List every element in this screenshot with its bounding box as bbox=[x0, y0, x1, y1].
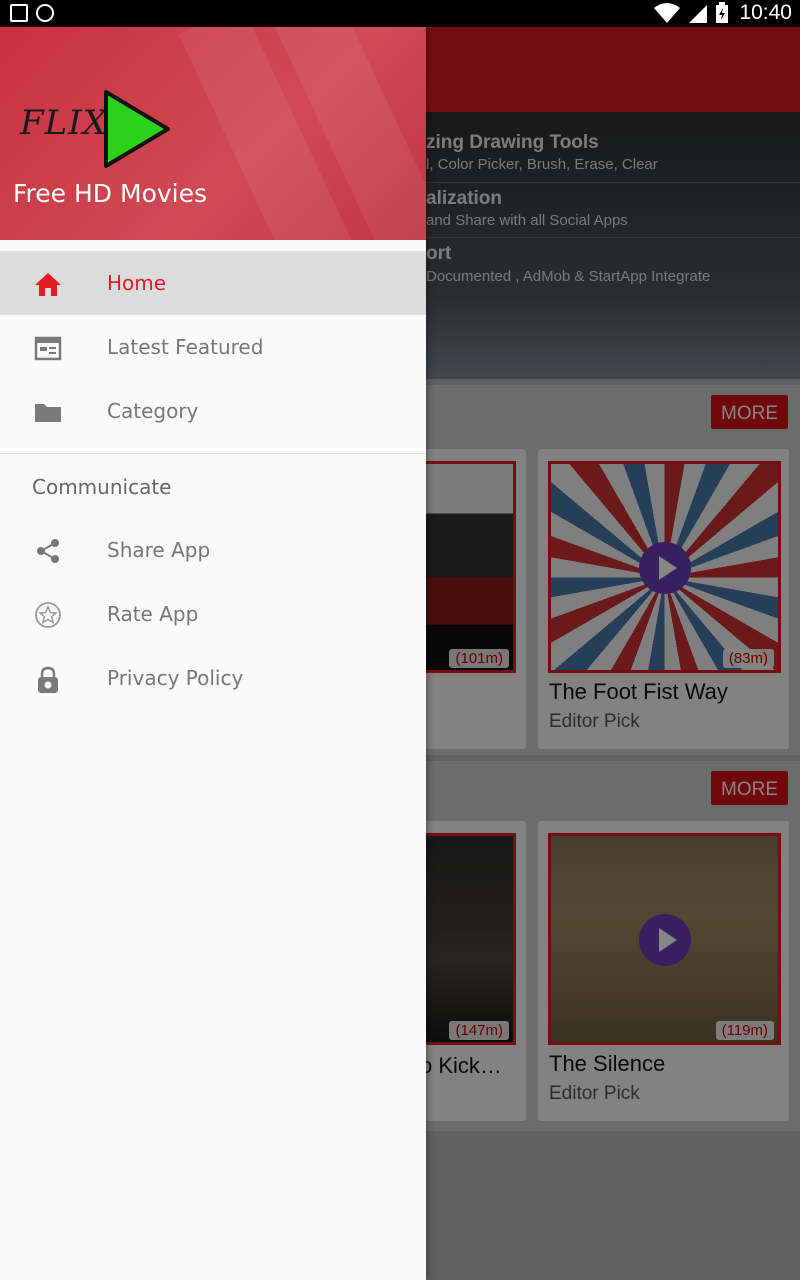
menu-label: Home bbox=[107, 271, 167, 295]
menu-label: Latest Featured bbox=[107, 335, 264, 359]
menu-item-privacy-policy[interactable]: Privacy Policy bbox=[0, 646, 426, 710]
drawer-header: FLIX Free HD Movies bbox=[0, 27, 426, 240]
navigation-drawer: FLIX Free HD Movies Home Latest Featured… bbox=[0, 27, 426, 1280]
share-icon bbox=[37, 539, 59, 563]
image-icon bbox=[10, 4, 28, 22]
star-icon bbox=[35, 602, 61, 628]
calendar-icon bbox=[34, 336, 62, 361]
menu-label: Share App bbox=[107, 538, 211, 562]
clock: 10:40 bbox=[739, 1, 792, 24]
status-bar: 10:40 bbox=[0, 0, 800, 27]
menu-label: Rate App bbox=[107, 602, 199, 626]
logo-text: FLIX bbox=[20, 103, 108, 143]
communicate-header: Communicate bbox=[32, 475, 172, 499]
lock-icon bbox=[38, 666, 58, 693]
shield-icon bbox=[36, 4, 54, 22]
wifi-icon bbox=[654, 3, 681, 23]
menu-label: Category bbox=[107, 399, 199, 423]
menu-label: Privacy Policy bbox=[107, 666, 244, 690]
menu-item-category[interactable]: Category bbox=[0, 379, 426, 443]
play-logo-icon bbox=[104, 90, 170, 168]
signal-icon bbox=[689, 5, 708, 23]
menu-item-latest-featured[interactable]: Latest Featured bbox=[0, 315, 426, 379]
home-icon bbox=[35, 273, 61, 296]
battery-charging-icon bbox=[716, 2, 729, 23]
menu-item-share-app[interactable]: Share App bbox=[0, 518, 426, 582]
menu-item-home[interactable]: Home bbox=[0, 251, 426, 315]
app-title: Free HD Movies bbox=[13, 179, 208, 208]
menu-divider bbox=[0, 453, 426, 454]
folder-icon bbox=[35, 404, 61, 422]
menu-item-rate-app[interactable]: Rate App bbox=[0, 582, 426, 646]
